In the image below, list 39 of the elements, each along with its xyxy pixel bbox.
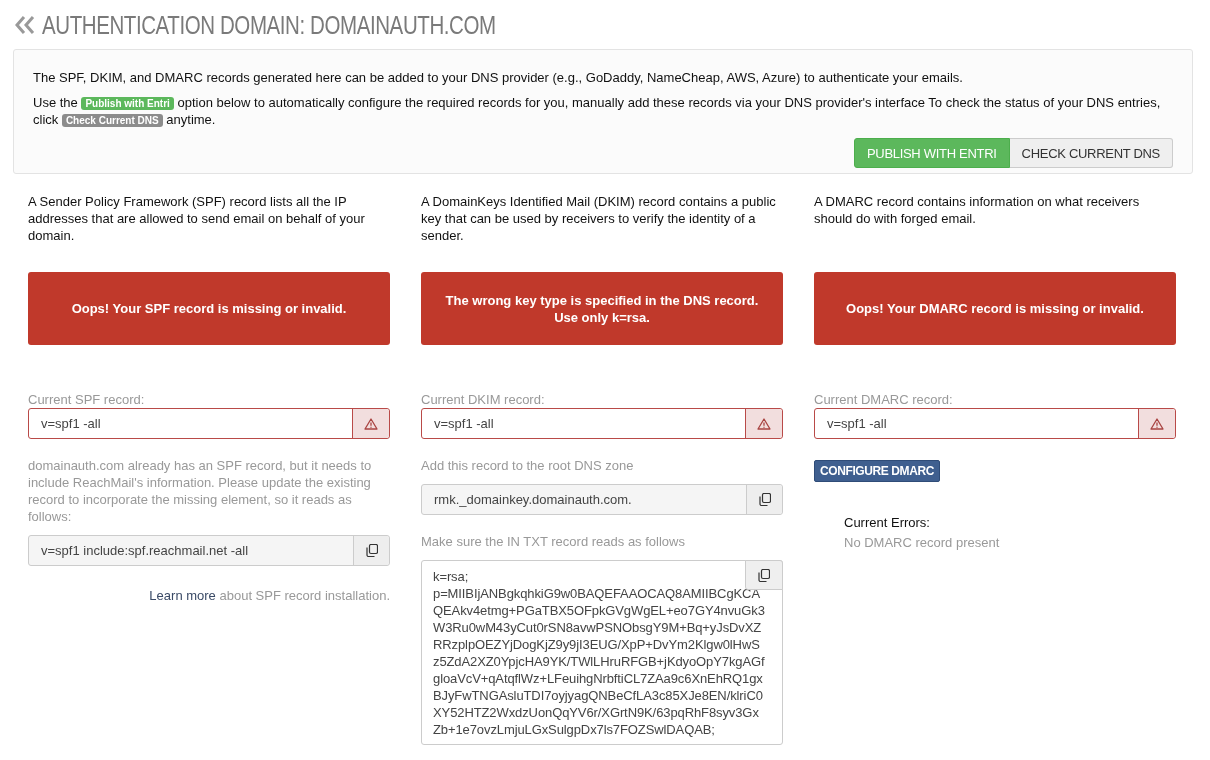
record-field[interactable]: rmk._domainkey.domainauth.com.: [421, 484, 783, 515]
copy-button[interactable]: [746, 485, 782, 514]
check-dns-button[interactable]: CHECK CURRENT DNS: [1009, 138, 1173, 168]
record-field[interactable]: v=spf1 include:spf.reachmail.net -all: [28, 535, 390, 566]
copy-icon: [365, 544, 378, 557]
field-label: Current DKIM record:: [421, 391, 546, 408]
copy-button[interactable]: [353, 536, 389, 565]
current-record-field[interactable]: v=spf1 -all: [814, 408, 1176, 439]
inline-button-badge: Publish with Entri: [81, 97, 174, 110]
record-textarea[interactable]: k=rsa; p=MIIBIjANBgkqhkiG9w0BAQEFAAOCAQ8AMIIBCgKCA QEAkv4etmg+PGaTBX5OFpkGVgWgEL+eo7GY4nvuGk3 W3Ru0wM43yCut0rSN8avwPSNObsgY9M+Bq+yJsDvXZ RRzplpOEZYjDogKjZ9y9jI3EUG/XpP+DvYm2Klgw0lHwS z5ZdA2XZ0YpjcHA9YK/TWlLHruRFGB+jKdyoOpY7kgAGf gloaVcV+qAtqflWz+LFeuihgNrbftiCL7ZAa9c6XnEhRQ1gx BJyFwTNGAsluTDI7oyjyagQNBeCfLA3c85XJe8EN/klriC0 XY52HTZ2WxdzUonQqYV6r/XGrtN9K/63pqRhF8syv3Gx Zb+1e7ovzLmjuLGxSulgpDx7ls7FOZSwlDAQAB;: [421, 560, 783, 745]
warning-icon: [1150, 417, 1164, 430]
record-description: A DomainKeys Identified Mail (DKIM) record contains a public key that can be used by receivers to verify the identity of a sender.: [421, 193, 777, 245]
copy-icon: [758, 493, 771, 506]
learn-more-link[interactable]: Learn more: [149, 588, 216, 603]
field-label: Current DMARC record:: [814, 391, 954, 408]
help-text: Learn more about SPF record installation.: [148, 588, 390, 603]
instruction-text: domainauth.com already has an SPF record, but it needs to include ReachMail's information. Please update the existing record to incorporate the missing element, so it reads as follows:: [28, 457, 373, 525]
configure-button[interactable]: CONFIGURE DMARC: [814, 460, 940, 482]
back-icon[interactable]: [14, 15, 36, 35]
error-alert: Oops! Your SPF record is missing or invalid.: [28, 272, 390, 345]
instruction-text: Make sure the IN TXT record reads as follows: [421, 533, 686, 550]
copy-icon: [758, 568, 770, 582]
instruction-text: Add this record to the root DNS zone: [421, 457, 635, 474]
copy-button[interactable]: [745, 560, 783, 590]
page-title: AUTHENTICATION DOMAIN: DOMAINAUTH.COM: [42, 10, 496, 40]
errors-heading: Current Errors:: [844, 514, 931, 531]
record-description: A DMARC record contains information on what receivers should do with forged email.: [814, 193, 1141, 228]
error-alert: Oops! Your DMARC record is missing or invalid.: [814, 272, 1176, 345]
field-label: Current SPF record:: [28, 391, 146, 408]
warning-icon: [364, 417, 378, 430]
intro-text: Use the Publish with Entri option below to automatically configure the required records for you, manually add these records via your DNS provider's interface To check the status of your DNS entries, click Check Current DNS anytime.: [33, 94, 1162, 128]
current-record-field[interactable]: v=spf1 -all: [28, 408, 390, 439]
error-alert: The wrong key type is specified in the DNS record. Use only k=rsa.: [421, 272, 783, 345]
intro-text: The SPF, DKIM, and DMARC records generated here can be added to your DNS provider (e.g., GoDaddy, NameCheap, AWS, Azure) to authenticate your emails.: [33, 69, 964, 86]
warning-icon: [757, 417, 771, 430]
record-description: A Sender Policy Framework (SPF) record lists all the IP addresses that are allowed to send email on behalf of your domain.: [28, 193, 366, 245]
inline-button-badge: Check Current DNS: [61, 114, 163, 127]
current-record-field[interactable]: v=spf1 -all: [421, 408, 783, 439]
error-text: No DMARC record present: [844, 534, 1001, 551]
